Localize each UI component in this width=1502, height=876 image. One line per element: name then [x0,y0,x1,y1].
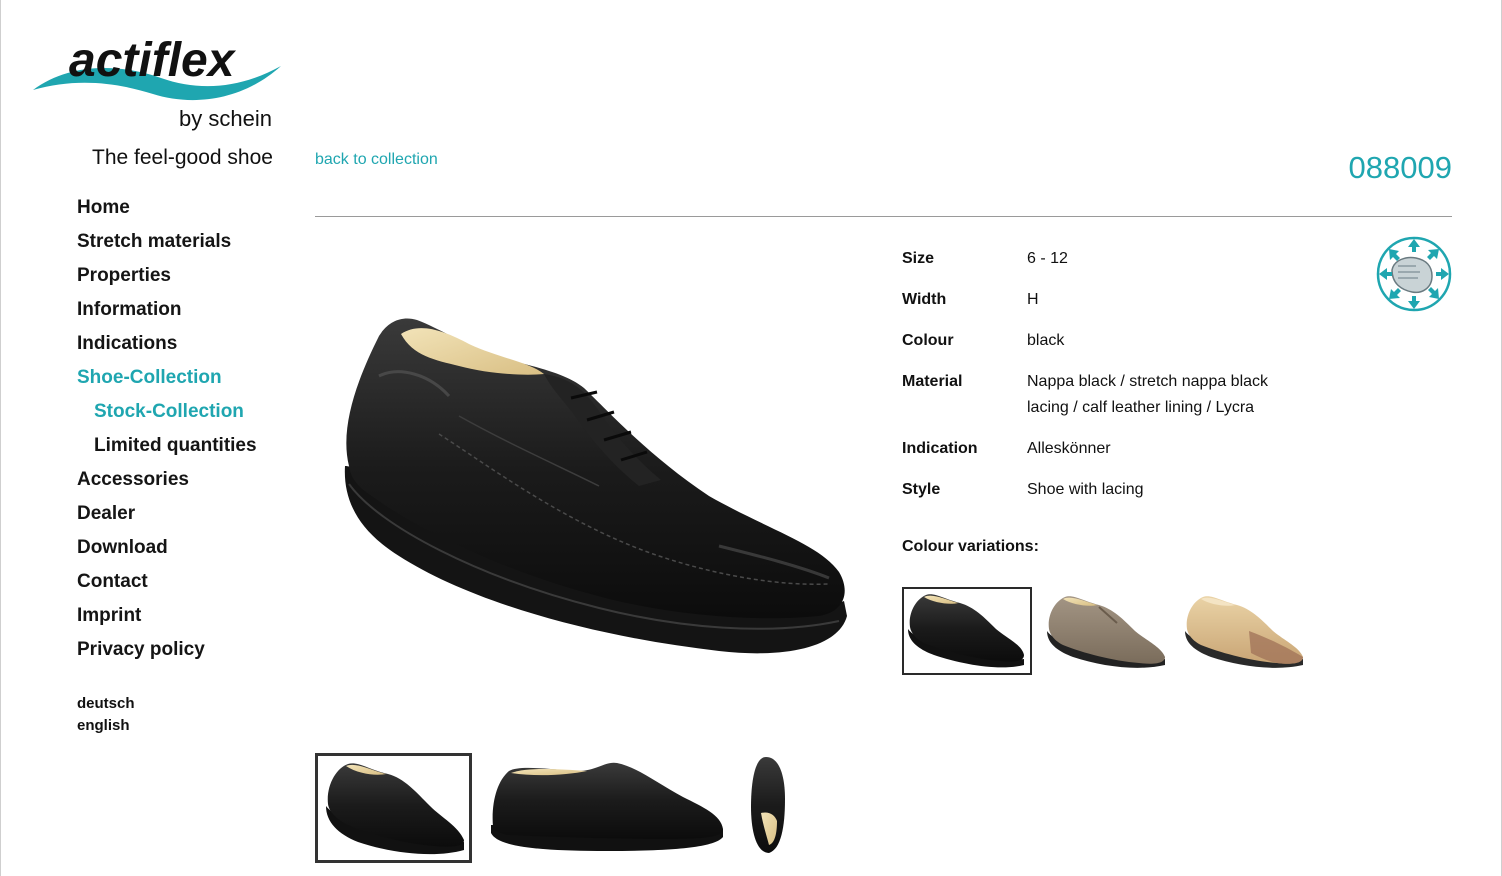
detail-value-size: 6 - 12 [1027,250,1068,267]
nav-item-contact[interactable]: Contact [77,569,257,603]
nav-item-privacy-policy[interactable]: Privacy policy [77,637,257,671]
shoe-thumbnail-beige [1185,596,1303,668]
detail-label-material: Material [902,373,963,390]
nav-item-dealer[interactable]: Dealer [77,501,257,535]
detail-label-style: Style [902,481,941,498]
colour-variations-label: Colour variations: [902,538,1039,555]
detail-value-width: H [1027,291,1039,308]
header-divider [315,216,1452,217]
nav-item-accessories[interactable]: Accessories [77,467,257,501]
language-switcher: deutsch english [77,693,135,737]
main-product-image [339,316,851,661]
detail-label-indication: Indication [902,440,978,457]
language-deutsch[interactable]: deutsch [77,693,135,715]
nav-item-information[interactable]: Information [77,297,257,331]
nav-item-stretch-materials[interactable]: Stretch materials [77,229,257,263]
nav-item-shoe-collection[interactable]: Shoe-Collection [77,365,257,399]
back-to-collection-link[interactable]: back to collection [315,151,438,169]
brand-logo[interactable]: actiflex by schein [31,28,287,136]
detail-label-width: Width [902,291,947,308]
nav-item-properties[interactable]: Properties [77,263,257,297]
nav-item-indications[interactable]: Indications [77,331,257,365]
nav-item-imprint[interactable]: Imprint [77,603,257,637]
detail-label-size: Size [902,250,935,267]
shoe-top-view [751,757,785,853]
detail-row-size: Size 6 - 12 [902,246,1322,272]
shoe-thumbnail-taupe [1047,596,1165,668]
image-thumbnail-side[interactable] [487,753,727,863]
main-nav: Home Stretch materials Properties Inform… [77,195,257,671]
nav-subitem-stock-collection[interactable]: Stock-Collection [77,399,257,433]
shoe-side-view [491,762,723,851]
detail-value-indication: Alleskönner [1027,440,1111,457]
shoe-image [344,318,847,654]
detail-row-width: Width H [902,287,1322,313]
image-thumbnail-angled[interactable] [315,753,472,863]
logo-text-sub: by schein [179,106,272,131]
article-number: 088009 [1348,150,1452,185]
stretch-material-icon [1376,236,1452,312]
colour-variation-beige[interactable] [1179,587,1309,675]
nav-subitem-limited-quantities[interactable]: Limited quantities [77,433,257,467]
colour-variation-taupe[interactable] [1041,587,1173,675]
image-thumbnail-top[interactable] [741,753,791,863]
detail-label-colour: Colour [902,332,954,349]
tagline: The feel-good shoe [92,146,273,169]
shoe-angled-view [326,763,464,855]
nav-item-download[interactable]: Download [77,535,257,569]
detail-value-style: Shoe with lacing [1027,481,1144,498]
product-details: Size 6 - 12 Width H Colour black Materia… [902,246,1322,518]
nav-item-home[interactable]: Home [77,195,257,229]
detail-value-colour: black [1027,332,1065,349]
detail-row-style: Style Shoe with lacing [902,477,1322,503]
detail-row-material: Material Nappa black / stretch nappa bla… [902,369,1322,421]
language-english[interactable]: english [77,715,135,737]
logo-text-main: actiflex [69,34,237,87]
shoe-thumbnail-black [908,594,1024,668]
actiflex-logo: actiflex by schein [33,34,281,131]
detail-row-colour: Colour black [902,328,1322,354]
detail-row-indication: Indication Alleskönner [902,436,1322,462]
colour-variation-black[interactable] [902,587,1032,675]
detail-value-material: Nappa black / stretch nappa black lacing… [1027,373,1269,416]
